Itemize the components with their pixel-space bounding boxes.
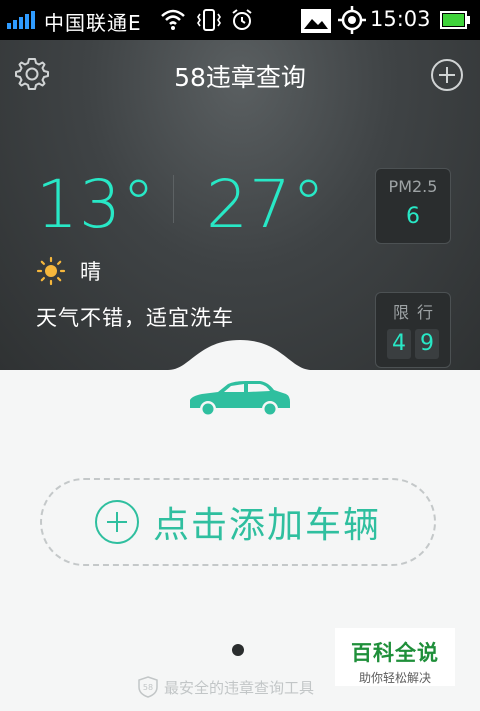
clock: 15:03 bbox=[370, 7, 431, 31]
pm25-card: PM2.5 6 bbox=[375, 168, 451, 244]
carrier-name: 中国联通E bbox=[44, 11, 142, 35]
traffic-limit-digits: 4 9 bbox=[376, 329, 450, 359]
traffic-limit-card: 限行 4 9 bbox=[375, 292, 451, 368]
battery-icon bbox=[440, 11, 470, 29]
car-icon bbox=[190, 381, 290, 417]
signal-icon bbox=[7, 11, 35, 29]
page-title: 58违章查询 bbox=[174, 63, 306, 92]
sun-icon bbox=[36, 256, 66, 286]
watermark: 百科全说 助你轻松解决 bbox=[335, 628, 455, 686]
traffic-limit-label: 限行 bbox=[392, 303, 441, 322]
shield-badge-text: 58 bbox=[143, 683, 153, 692]
watermark-sub: 助你轻松解决 bbox=[358, 671, 431, 685]
weather-panel: 58违章查询 13° 27° 晴 天气不错，适宜洗车 PM2.5 6 限行 4 … bbox=[0, 40, 480, 370]
alarm-icon bbox=[232, 9, 252, 30]
footer-text: 最安全的违章查询工具 bbox=[164, 678, 315, 697]
gps-icon bbox=[338, 6, 366, 34]
status-bar: 中国联通E 15:03 bbox=[0, 0, 480, 40]
watermark-main: 百科全说 bbox=[351, 641, 439, 665]
temp-high: 27° bbox=[206, 166, 326, 243]
add-icon[interactable] bbox=[430, 58, 464, 92]
page-indicator-dot bbox=[232, 644, 244, 656]
vibrate-icon bbox=[197, 9, 221, 31]
image-icon bbox=[301, 9, 331, 33]
limit-digit: 9 bbox=[415, 329, 439, 359]
weather-advice: 天气不错，适宜洗车 bbox=[36, 306, 234, 330]
weather-condition: 晴 bbox=[36, 256, 101, 286]
temp-divider bbox=[173, 175, 174, 223]
pm25-value: 6 bbox=[406, 204, 420, 229]
limit-digit: 4 bbox=[387, 329, 411, 359]
add-vehicle-label: 点击添加车辆 bbox=[152, 505, 381, 546]
pm25-label: PM2.5 bbox=[388, 177, 438, 196]
temp-low: 13° bbox=[36, 166, 156, 243]
shield-icon: 58 bbox=[138, 676, 158, 698]
add-vehicle-button[interactable]: 点击添加车辆 bbox=[40, 478, 436, 566]
condition-label: 晴 bbox=[80, 260, 101, 284]
add-circle-icon bbox=[94, 500, 139, 544]
footer: 58 最安全的违章查询工具 bbox=[138, 676, 314, 698]
wifi-icon bbox=[161, 9, 185, 30]
